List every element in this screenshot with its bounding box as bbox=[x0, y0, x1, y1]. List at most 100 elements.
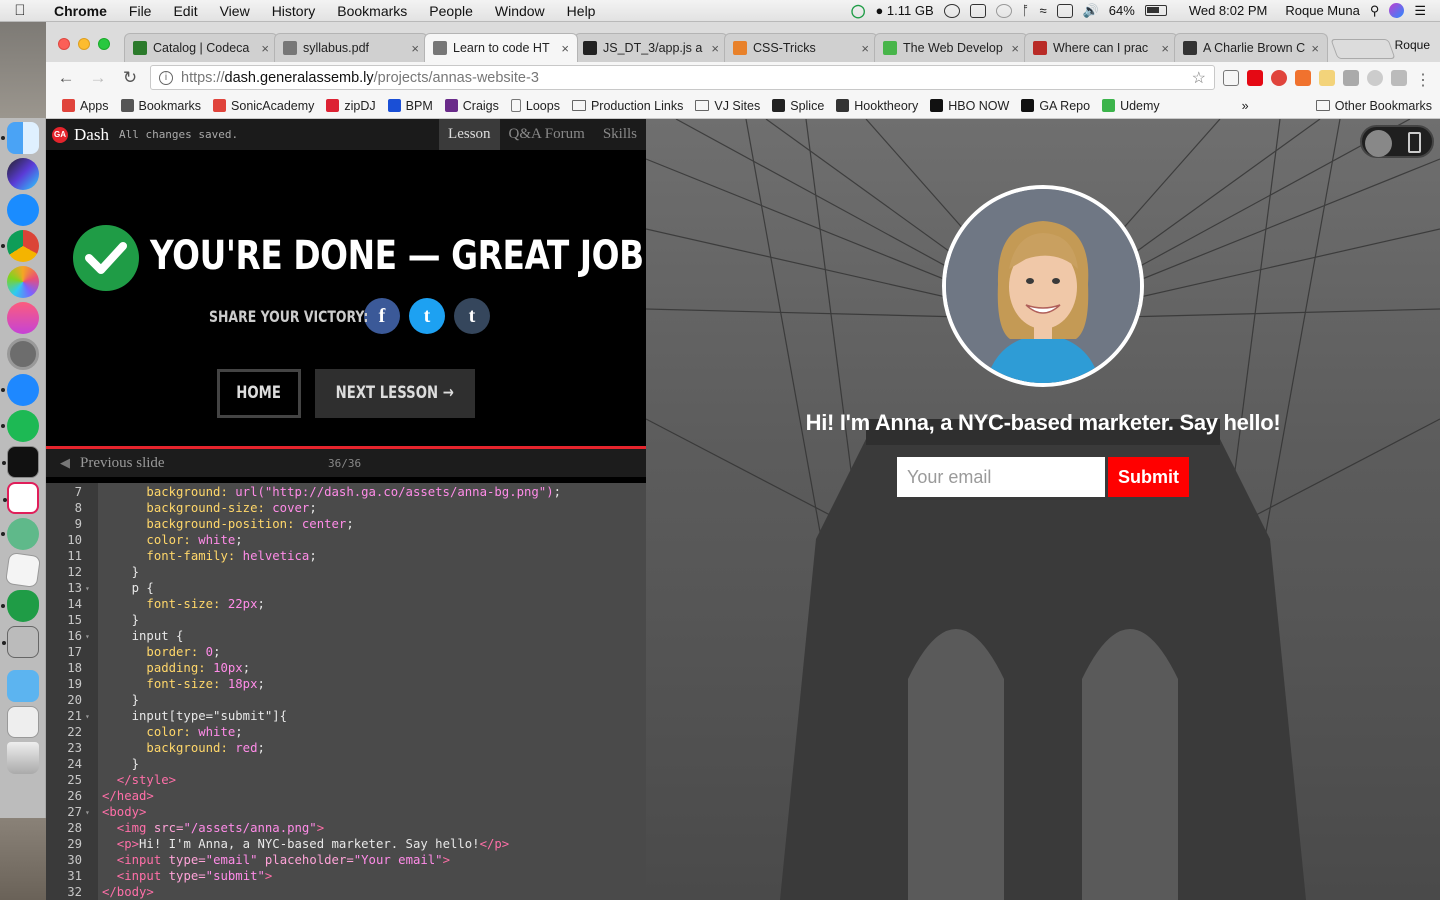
code-line[interactable]: </body> bbox=[102, 885, 154, 899]
code-line[interactable]: <img src="/assets/anna.png"> bbox=[102, 821, 324, 835]
code-line[interactable]: input[type="submit"]{ bbox=[102, 709, 287, 723]
user-name[interactable]: Roque Muna bbox=[1285, 3, 1359, 18]
sync-icon[interactable] bbox=[943, 3, 960, 18]
browser-tab[interactable]: The Web Develop × bbox=[874, 33, 1028, 62]
volume-icon[interactable]: 🔊 bbox=[1083, 3, 1099, 19]
chrome-icon[interactable] bbox=[0, 230, 39, 262]
bookmark-item[interactable]: Craigs bbox=[439, 99, 505, 113]
bookmark-star-icon[interactable]: ☆ bbox=[1192, 68, 1206, 88]
close-tab-icon[interactable]: × bbox=[411, 41, 419, 56]
code-line[interactable]: border: 0; bbox=[102, 645, 220, 659]
bookmark-item[interactable]: BPM bbox=[382, 99, 439, 113]
close-tab-icon[interactable]: × bbox=[1311, 41, 1319, 56]
close-tab-icon[interactable]: × bbox=[561, 41, 569, 56]
itunes-icon[interactable] bbox=[6, 302, 39, 334]
airplay-icon[interactable] bbox=[1056, 3, 1073, 18]
bookmark-item[interactable]: Loops bbox=[505, 99, 566, 113]
finder-icon[interactable] bbox=[0, 122, 39, 154]
script-editor-icon[interactable] bbox=[1, 626, 39, 658]
code-line[interactable]: color: white; bbox=[102, 533, 242, 547]
extension-cloud-icon[interactable] bbox=[1367, 69, 1383, 86]
extension-orange-icon[interactable] bbox=[1295, 69, 1311, 86]
fold-arrow-icon[interactable]: ▾ bbox=[85, 584, 90, 593]
apple-menu-icon[interactable]:  bbox=[0, 2, 40, 19]
close-tab-icon[interactable]: × bbox=[861, 41, 869, 56]
menu-people[interactable]: People bbox=[418, 3, 484, 19]
chrome-menu-icon[interactable]: ⋮ bbox=[1415, 70, 1431, 89]
menu-file[interactable]: File bbox=[118, 3, 163, 19]
cast-icon[interactable] bbox=[1223, 69, 1239, 86]
code-line[interactable]: font-size: 18px; bbox=[102, 677, 264, 691]
wifi-icon[interactable]: ≈ bbox=[1039, 3, 1046, 18]
home-button[interactable]: HOME bbox=[217, 369, 301, 418]
bookmark-item[interactable]: VJ Sites bbox=[689, 99, 766, 113]
fold-arrow-icon[interactable]: ▾ bbox=[85, 712, 90, 721]
bookmarks-overflow-icon[interactable]: » bbox=[1236, 99, 1255, 113]
device-preview-toggle[interactable] bbox=[1360, 125, 1434, 158]
minimize-window-button[interactable] bbox=[78, 38, 90, 50]
code-line[interactable]: </style> bbox=[102, 773, 176, 787]
time-machine-icon[interactable] bbox=[995, 3, 1012, 18]
privacy-vpn-icon[interactable] bbox=[0, 590, 39, 622]
fold-arrow-icon[interactable]: ▾ bbox=[85, 632, 90, 641]
browser-tab[interactable]: CSS-Tricks × bbox=[724, 33, 878, 62]
browser-tab[interactable]: A Charlie Brown C × bbox=[1174, 33, 1328, 62]
bookmark-item[interactable]: zipDJ bbox=[320, 99, 381, 113]
battery-percent[interactable]: 64% bbox=[1109, 3, 1135, 18]
documents-stack-icon[interactable] bbox=[6, 706, 39, 738]
browser-tab[interactable]: JS_DT_3/app.js a × bbox=[574, 33, 728, 62]
bookmark-item[interactable]: Udemy bbox=[1096, 99, 1166, 113]
extension-grey-icon[interactable] bbox=[1391, 69, 1407, 86]
ga-logo-icon[interactable]: GA bbox=[52, 126, 68, 143]
address-bar[interactable]: i https://dash.generalassemb.ly/projects… bbox=[150, 65, 1215, 90]
code-line[interactable]: background-position: center; bbox=[102, 517, 353, 531]
submit-button[interactable] bbox=[1108, 457, 1189, 497]
system-preferences-icon[interactable] bbox=[6, 338, 39, 370]
clock[interactable]: Wed 8:02 PM bbox=[1189, 3, 1268, 18]
tab-qa-forum[interactable]: Q&A Forum bbox=[500, 119, 594, 150]
bookmark-item[interactable]: Apps bbox=[56, 99, 115, 113]
other-bookmarks[interactable]: Other Bookmarks bbox=[1310, 99, 1440, 113]
trash-icon[interactable] bbox=[6, 742, 39, 774]
dash-title[interactable]: Dash bbox=[74, 125, 109, 145]
bookmark-item[interactable]: GA Repo bbox=[1015, 99, 1096, 113]
adblock-extension-icon[interactable] bbox=[1271, 69, 1287, 86]
code-line[interactable]: <p>Hi! I'm Anna, a NYC-based marketer. S… bbox=[102, 837, 509, 851]
code-line[interactable]: } bbox=[102, 613, 139, 627]
twitter-icon[interactable]: t bbox=[409, 298, 445, 334]
code-line[interactable]: <body> bbox=[102, 805, 146, 819]
browser-tab[interactable]: Learn to code HT × bbox=[424, 33, 578, 62]
menu-history[interactable]: History bbox=[261, 3, 327, 19]
downloads-folder-icon[interactable] bbox=[6, 670, 39, 702]
code-line[interactable]: } bbox=[102, 565, 139, 579]
code-line[interactable]: font-family: helvetica; bbox=[102, 549, 316, 563]
app-store-icon[interactable] bbox=[6, 194, 39, 226]
browser-tab[interactable]: Where can I prac × bbox=[1024, 33, 1178, 62]
chevron-left-icon[interactable]: ◀ bbox=[60, 455, 70, 471]
vpn-shield-icon[interactable]: ◯ bbox=[851, 3, 866, 19]
bookmark-item[interactable]: Hooktheory bbox=[830, 99, 924, 113]
photos-icon[interactable] bbox=[6, 266, 39, 298]
bookmark-item[interactable]: Bookmarks bbox=[115, 99, 208, 113]
menu-bookmarks[interactable]: Bookmarks bbox=[326, 3, 418, 19]
facebook-icon[interactable]: f bbox=[364, 298, 400, 334]
code-line[interactable]: background: red; bbox=[102, 741, 264, 755]
email-field[interactable] bbox=[897, 457, 1105, 497]
code-line[interactable]: padding: 10px; bbox=[102, 661, 250, 675]
code-line[interactable]: background-size: cover; bbox=[102, 501, 316, 515]
code-line[interactable]: font-size: 22px; bbox=[102, 597, 264, 611]
close-tab-icon[interactable]: × bbox=[711, 41, 719, 56]
spotlight-icon[interactable]: ⚲ bbox=[1370, 3, 1380, 19]
menu-edit[interactable]: Edit bbox=[162, 3, 208, 19]
bluetooth-icon[interactable]: ᚩ bbox=[1022, 3, 1030, 18]
bookmark-item[interactable]: SonicAcademy bbox=[207, 99, 320, 113]
browser-tab[interactable]: Catalog | Codeca × bbox=[124, 33, 278, 62]
atom-icon[interactable] bbox=[0, 518, 39, 550]
tumblr-icon[interactable]: t bbox=[454, 298, 490, 334]
bookmark-item[interactable]: HBO NOW bbox=[924, 99, 1015, 113]
code-line[interactable]: color: white; bbox=[102, 725, 242, 739]
code-line[interactable]: <input type="submit"> bbox=[102, 869, 273, 883]
mobile-phone-icon[interactable] bbox=[1408, 132, 1421, 153]
close-tab-icon[interactable]: × bbox=[1011, 41, 1019, 56]
notification-center-icon[interactable]: ☰ bbox=[1414, 3, 1426, 19]
